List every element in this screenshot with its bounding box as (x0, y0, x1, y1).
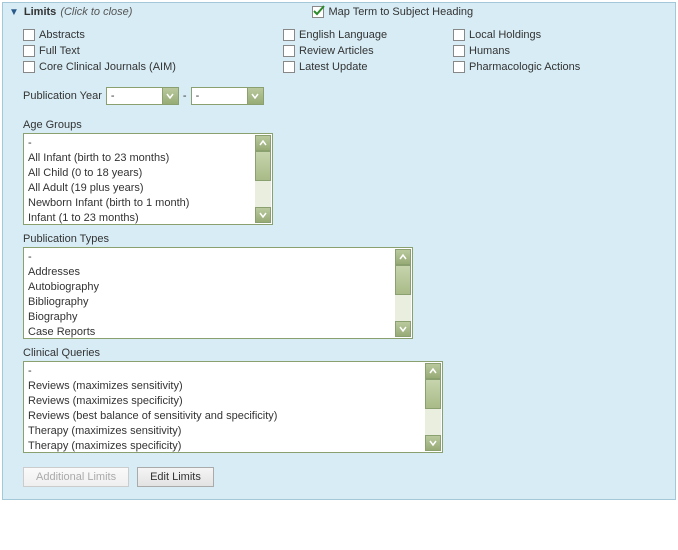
coreclinical-checkbox[interactable] (23, 61, 35, 73)
clinical-queries-label: Clinical Queries (23, 347, 655, 359)
latest-label: Latest Update (299, 61, 368, 73)
scrollbar[interactable] (425, 363, 441, 451)
abstracts-checkbox-row[interactable]: Abstracts (23, 29, 283, 41)
clinical-queries-listbox[interactable]: - Reviews (maximizes sensitivity) Review… (23, 361, 443, 453)
publication-year-label: Publication Year (23, 90, 102, 102)
scrollbar[interactable] (395, 249, 411, 337)
button-row: Additional Limits Edit Limits (3, 453, 675, 499)
map-term-row[interactable]: Map Term to Subject Heading (312, 6, 473, 18)
list-item[interactable]: Reviews (maximizes specificity) (28, 394, 438, 409)
humans-label: Humans (469, 45, 510, 57)
publication-types-listbox[interactable]: - Addresses Autobiography Bibliography B… (23, 247, 413, 339)
list-item[interactable]: Therapy (maximizes sensitivity) (28, 424, 438, 439)
list-item[interactable]: All Adult (19 plus years) (28, 181, 268, 196)
limits-panel: ▼ Limits (Click to close) Map Term to Su… (2, 2, 676, 500)
review-label: Review Articles (299, 45, 374, 57)
chevron-down-icon (247, 88, 263, 104)
english-checkbox-row[interactable]: English Language (283, 29, 453, 41)
chevron-up-icon[interactable] (395, 249, 411, 265)
pubyear-to-select[interactable]: - (191, 87, 264, 105)
latest-checkbox-row[interactable]: Latest Update (283, 61, 453, 73)
age-groups-label: Age Groups (23, 119, 655, 131)
limits-title: Limits (24, 6, 56, 18)
scrollbar-thumb[interactable] (255, 151, 271, 181)
scrollbar-track[interactable] (255, 151, 271, 207)
review-checkbox-row[interactable]: Review Articles (283, 45, 453, 57)
coreclinical-label: Core Clinical Journals (AIM) (39, 61, 176, 73)
scrollbar-track[interactable] (425, 379, 441, 435)
map-term-label: Map Term to Subject Heading (328, 6, 473, 18)
publication-types-label: Publication Types (23, 233, 655, 245)
publication-types-section: Publication Types - Addresses Autobiogra… (3, 225, 675, 339)
fulltext-checkbox-row[interactable]: Full Text (23, 45, 283, 57)
scrollbar-thumb[interactable] (425, 379, 441, 409)
chevron-up-icon[interactable] (255, 135, 271, 151)
chevron-up-icon[interactable] (425, 363, 441, 379)
list-item[interactable]: Infant (1 to 23 months) (28, 211, 268, 225)
list-item[interactable]: Reviews (maximizes sensitivity) (28, 379, 438, 394)
list-item[interactable]: Newborn Infant (birth to 1 month) (28, 196, 268, 211)
map-term-checkbox[interactable] (312, 6, 324, 18)
chevron-down-icon[interactable] (395, 321, 411, 337)
list-item[interactable]: All Child (0 to 18 years) (28, 166, 268, 181)
pubyear-from-select[interactable]: - (106, 87, 179, 105)
limits-hint: (Click to close) (60, 6, 132, 18)
list-item[interactable]: Biography (28, 310, 408, 325)
additional-limits-button: Additional Limits (23, 467, 129, 487)
chevron-down-icon[interactable] (255, 207, 271, 223)
abstracts-label: Abstracts (39, 29, 85, 41)
scrollbar[interactable] (255, 135, 271, 223)
english-label: English Language (299, 29, 387, 41)
english-checkbox[interactable] (283, 29, 295, 41)
scrollbar-track[interactable] (395, 265, 411, 321)
localholdings-label: Local Holdings (469, 29, 541, 41)
list-item[interactable]: - (28, 136, 268, 151)
pharmacologic-checkbox-row[interactable]: Pharmacologic Actions (453, 61, 633, 73)
localholdings-checkbox[interactable] (453, 29, 465, 41)
list-item[interactable]: Bibliography (28, 295, 408, 310)
pharmacologic-label: Pharmacologic Actions (469, 61, 580, 73)
clinical-queries-section: Clinical Queries - Reviews (maximizes se… (3, 339, 675, 453)
list-item[interactable]: - (28, 364, 438, 379)
publication-year-row: Publication Year - - - (3, 73, 675, 111)
localholdings-checkbox-row[interactable]: Local Holdings (453, 29, 633, 41)
humans-checkbox-row[interactable]: Humans (453, 45, 633, 57)
chevron-down-icon (162, 88, 178, 104)
list-item[interactable]: Autobiography (28, 280, 408, 295)
list-item[interactable]: All Infant (birth to 23 months) (28, 151, 268, 166)
edit-limits-button[interactable]: Edit Limits (137, 467, 214, 487)
pubyear-separator: - (183, 90, 187, 102)
age-groups-listbox[interactable]: - All Infant (birth to 23 months) All Ch… (23, 133, 273, 225)
latest-checkbox[interactable] (283, 61, 295, 73)
list-item[interactable]: Reviews (best balance of sensitivity and… (28, 409, 438, 424)
review-checkbox[interactable] (283, 45, 295, 57)
limits-header[interactable]: ▼ Limits (Click to close) Map Term to Su… (3, 3, 675, 21)
limits-checkbox-grid: Abstracts Full Text Core Clinical Journa… (3, 21, 675, 73)
scrollbar-thumb[interactable] (395, 265, 411, 295)
list-item[interactable]: - (28, 250, 408, 265)
fulltext-label: Full Text (39, 45, 80, 57)
pharmacologic-checkbox[interactable] (453, 61, 465, 73)
list-item[interactable]: Case Reports (28, 325, 408, 339)
chevron-down-icon[interactable] (425, 435, 441, 451)
humans-checkbox[interactable] (453, 45, 465, 57)
abstracts-checkbox[interactable] (23, 29, 35, 41)
pubyear-from-value: - (107, 88, 162, 104)
disclosure-triangle-icon: ▼ (9, 7, 19, 18)
fulltext-checkbox[interactable] (23, 45, 35, 57)
age-groups-section: Age Groups - All Infant (birth to 23 mon… (3, 111, 675, 225)
list-item[interactable]: Therapy (maximizes specificity) (28, 439, 438, 453)
list-item[interactable]: Addresses (28, 265, 408, 280)
coreclinical-checkbox-row[interactable]: Core Clinical Journals (AIM) (23, 61, 283, 73)
pubyear-to-value: - (192, 88, 247, 104)
